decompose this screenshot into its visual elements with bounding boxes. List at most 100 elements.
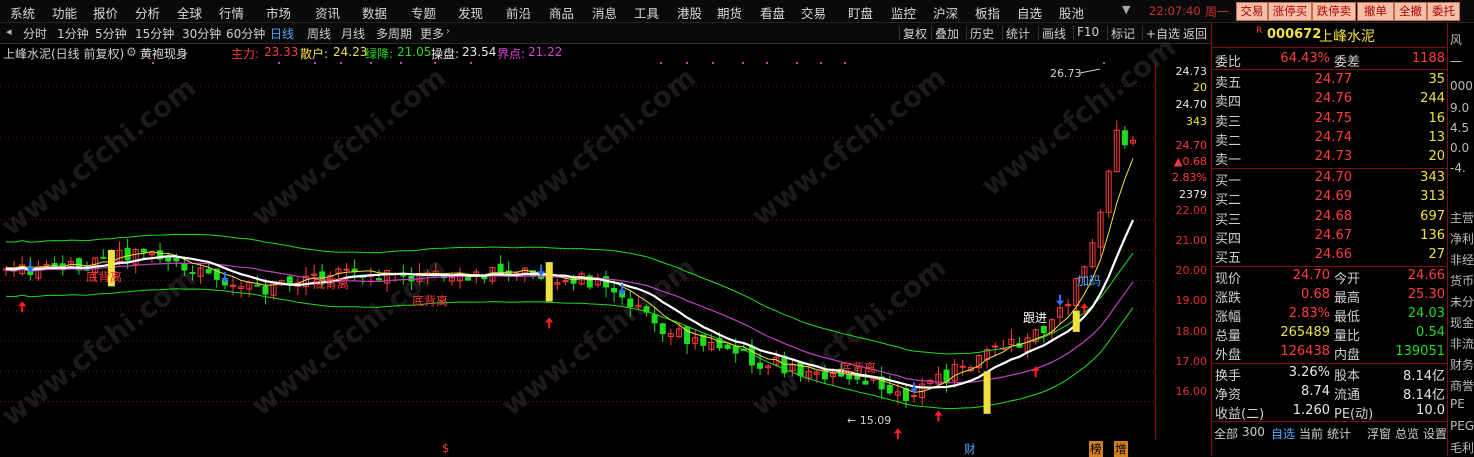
buy-arrow-icon	[545, 317, 554, 329]
toolbar-button[interactable]: +自选	[1146, 25, 1180, 42]
ask-volume: 20	[1428, 149, 1445, 165]
bid-label: 买三	[1215, 212, 1242, 228]
toolbar-button[interactable]: 复权	[903, 25, 927, 42]
menu-item[interactable]: 市场	[266, 3, 291, 22]
event-marker[interactable]: 榜	[1089, 441, 1103, 457]
menu-item[interactable]: 沪深	[933, 3, 958, 22]
more-chevron-icon[interactable]: ›	[446, 26, 450, 37]
indicator-settings-icon[interactable]: ⚙	[126, 45, 137, 59]
menu-item[interactable]: 期货	[717, 3, 742, 22]
ask-price: 24.74	[1314, 129, 1352, 145]
period-tab[interactable]: 周线	[307, 25, 331, 42]
menu-item[interactable]: 自选	[1017, 3, 1042, 22]
side-label: 主营	[1450, 211, 1474, 225]
menu-item[interactable]: 监控	[891, 3, 916, 22]
toolbar-button[interactable]: 画线	[1042, 25, 1066, 42]
lujiang-value: 21.05	[397, 45, 432, 59]
period-tab[interactable]: 更多	[420, 25, 444, 42]
toolbar-separator	[931, 26, 932, 40]
menu-item[interactable]: 股池	[1059, 3, 1084, 22]
menu-item[interactable]: 行情	[219, 3, 244, 22]
period-tab[interactable]: 60分钟	[226, 25, 265, 42]
panel-bottom-tab[interactable]: 当前	[1299, 425, 1323, 442]
candle-body	[124, 247, 131, 261]
toolbar-button[interactable]: 返回	[1183, 25, 1207, 42]
period-tab[interactable]: 15分钟	[135, 25, 174, 42]
candle-body	[1040, 325, 1047, 334]
stat-value: 24.03	[1407, 306, 1445, 321]
bid-price: 24.70	[1314, 170, 1352, 185]
menu-item[interactable]: 工具	[634, 3, 659, 22]
candle-body	[627, 298, 634, 308]
event-marker[interactable]: 财	[964, 441, 976, 457]
quick-trade-button[interactable]: 全撤	[1394, 2, 1427, 21]
candle-body	[724, 344, 731, 349]
marker-dot	[400, 62, 402, 64]
toolbar-button[interactable]: F10	[1077, 25, 1099, 39]
menu-item[interactable]: 系统	[10, 3, 35, 22]
side-label: 现金	[1450, 316, 1474, 330]
quick-trade-button[interactable]: 交易	[1236, 2, 1268, 21]
panel-bottom-tab[interactable]: 总览	[1395, 425, 1419, 442]
menu-item[interactable]: 看盘	[760, 3, 785, 22]
candle-body	[140, 248, 147, 253]
stat-value: 0.54	[1416, 325, 1445, 340]
period-tab[interactable]: 日线	[270, 25, 294, 42]
panel-bottom-tab[interactable]: 自选	[1271, 425, 1295, 442]
menu-item[interactable]: 数据	[362, 3, 387, 22]
period-tab[interactable]: 5分钟	[95, 25, 127, 42]
period-tab[interactable]: 月线	[341, 25, 365, 42]
menu-item[interactable]: 商品	[549, 3, 574, 22]
menu-item[interactable]: 报价	[93, 3, 118, 22]
toolbar-button[interactable]: 叠加	[935, 25, 959, 42]
menu-item[interactable]: 资讯	[315, 3, 340, 22]
candle-body	[1121, 130, 1128, 146]
ask-volume: 35	[1428, 72, 1445, 87]
menu-item[interactable]: 前沿	[506, 3, 531, 22]
period-tab[interactable]: 多周期	[376, 25, 412, 42]
toolbar-button[interactable]: 标记	[1111, 25, 1135, 42]
ask-row: 卖一 24.73 20	[1212, 148, 1447, 168]
panel-bottom-tab[interactable]: 设置	[1423, 425, 1447, 442]
menu-item[interactable]: 分析	[135, 3, 160, 22]
menu-collapse-icon[interactable]: ▼	[1122, 3, 1130, 16]
panel-bottom-tab[interactable]: 300	[1242, 425, 1265, 439]
panel-bottom-tab[interactable]: 全部	[1214, 425, 1238, 442]
price-axis-label: 18.00	[1175, 325, 1208, 338]
quick-trade-button[interactable]: 涨停买	[1268, 2, 1312, 21]
back-arrow-icon[interactable]: ◂	[6, 25, 12, 38]
marker-dot	[340, 62, 342, 64]
toolbar-button[interactable]: 历史	[970, 25, 994, 42]
menu-item[interactable]: 专题	[411, 3, 436, 22]
quick-trade-button[interactable]: 委托	[1427, 2, 1460, 21]
stat-label: 换手	[1215, 369, 1242, 384]
menu-item[interactable]: 发现	[458, 3, 483, 22]
menu-item[interactable]: 全球	[177, 3, 202, 22]
stat-label: 收益(二)	[1215, 407, 1265, 422]
quick-trade-button[interactable]: 跌停卖	[1312, 2, 1356, 21]
panel-bottom-tab[interactable]: 统计	[1327, 425, 1351, 442]
candlestick-chart[interactable]: 26.73← 15.09底背离 底背离底背离底背离跟进加码	[0, 60, 1155, 440]
quick-trade-button[interactable]: 撤单	[1357, 2, 1394, 21]
event-marker[interactable]: $	[442, 441, 449, 455]
signal-bar	[545, 262, 553, 302]
toolbar-button[interactable]: 统计	[1006, 25, 1030, 42]
panel-bottom-tab[interactable]: 浮窗	[1367, 425, 1391, 442]
menu-item[interactable]: 功能	[52, 3, 77, 22]
menu-item[interactable]: 消息	[592, 3, 617, 22]
menu-item[interactable]: 板指	[975, 3, 1000, 22]
menu-item[interactable]: 交易	[801, 3, 826, 22]
stat-label: 内盘	[1334, 348, 1361, 363]
low-price-label: ← 15.09	[847, 414, 891, 427]
event-marker[interactable]: 增	[1114, 441, 1128, 457]
weibi-value: 64.43%	[1280, 51, 1330, 66]
menu-item[interactable]: 盯盘	[848, 3, 873, 22]
period-tab[interactable]: 30分钟	[182, 25, 221, 42]
period-tab[interactable]: 1分钟	[57, 25, 89, 42]
menu-item[interactable]: 港股	[677, 3, 702, 22]
weibi-row: 委比 64.43% 委差 1188	[1212, 50, 1447, 70]
bid-price: 24.68	[1314, 208, 1352, 224]
period-tab[interactable]: 分时	[23, 25, 47, 42]
stat-label: 股本	[1334, 369, 1361, 384]
ask-row: 卖五 24.77 35	[1212, 71, 1447, 91]
